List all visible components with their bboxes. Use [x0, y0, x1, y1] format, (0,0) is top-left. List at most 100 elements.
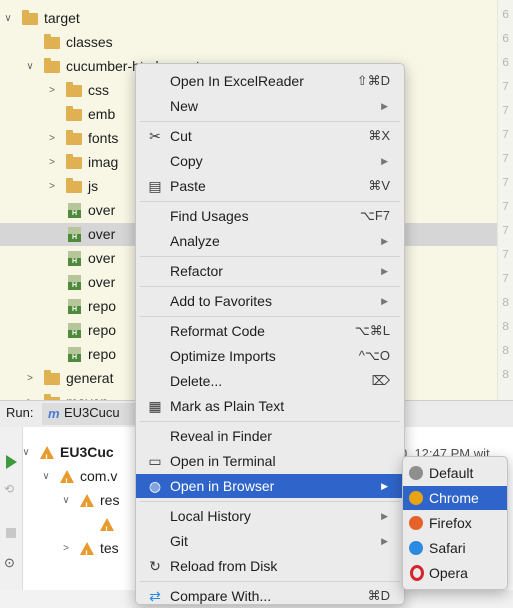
- tree-item-label: js: [88, 178, 99, 194]
- run-tree-package[interactable]: ∨! com.v: [22, 465, 132, 488]
- gutter-line-number: 6: [502, 32, 510, 46]
- run-toolbar: ⟲ ⊙: [0, 427, 23, 590]
- chevron-down-icon[interactable]: ∨: [40, 465, 52, 488]
- clipboard-icon: ▤: [148, 178, 162, 194]
- submenu-arrow-icon: ▶: [381, 101, 388, 111]
- chevron-right-icon[interactable]: >: [46, 127, 58, 150]
- gutter-line-number: 7: [502, 104, 510, 118]
- context-menu: Open In ExcelReader ⇧⌘D New ▶ ✂ Cut ⌘X Copy ▶ ▤ Pa…: [135, 63, 405, 605]
- tree-folder-target[interactable]: ∨ target: [0, 7, 497, 30]
- menu-item-open-in-browser[interactable]: ◍ Open in Browser ▶: [136, 474, 404, 498]
- menu-item-analyze[interactable]: Analyze ▶: [136, 229, 404, 253]
- gutter-line-number: 8: [502, 344, 510, 358]
- menu-item-optimize-imports[interactable]: Optimize Imports ^⌥O: [136, 344, 404, 368]
- gutter-line-number: 7: [502, 224, 510, 238]
- reload-icon: ↻: [149, 558, 161, 574]
- gutter-line-number: 6: [502, 56, 510, 70]
- html-file-icon: H: [68, 203, 81, 218]
- run-tree-label: EU3Cuc: [60, 444, 114, 460]
- menu-item-shortcut: ⌥⌘L: [354, 323, 390, 338]
- chevron-down-icon[interactable]: ∨: [24, 55, 36, 78]
- submenu-arrow-icon: ▶: [381, 481, 388, 491]
- filter-icon[interactable]: ⊙: [4, 555, 15, 571]
- menu-item-label: Add to Favorites: [170, 293, 272, 309]
- menu-item-git[interactable]: Git ▶: [136, 529, 404, 553]
- stop-icon[interactable]: [6, 528, 16, 538]
- submenu-arrow-icon: ▶: [381, 511, 388, 521]
- browser-item-chrome[interactable]: Chrome: [403, 486, 507, 510]
- menu-item-reload-from-disk[interactable]: ↻ Reload from Disk: [136, 554, 404, 578]
- menu-item-label: Git: [170, 533, 188, 549]
- browser-item-label: Firefox: [429, 515, 472, 531]
- gutter-line-number: 8: [502, 320, 510, 334]
- menu-item-label: Paste: [170, 178, 206, 194]
- chevron-right-icon[interactable]: >: [46, 175, 58, 198]
- menu-item-label: New: [170, 98, 199, 114]
- tree-item-label: generat: [66, 370, 114, 386]
- menu-item-find-usages[interactable]: Find Usages ⌥F7: [136, 204, 404, 228]
- menu-item-local-history[interactable]: Local History ▶: [136, 504, 404, 528]
- tree-folder-classes[interactable]: classes: [0, 31, 497, 54]
- tree-item-label: over: [88, 226, 116, 242]
- menu-item-label: Compare With...: [170, 588, 272, 604]
- tree-item-label: over: [88, 250, 116, 266]
- menu-item-label: Refactor: [170, 263, 223, 279]
- menu-item-new[interactable]: New ▶: [136, 94, 404, 118]
- chevron-down-icon[interactable]: ∨: [60, 489, 72, 512]
- run-tree-root[interactable]: ∨! EU3Cuc: [22, 441, 132, 464]
- browser-item-default[interactable]: Default: [403, 461, 507, 485]
- browser-item-firefox[interactable]: Firefox: [403, 511, 507, 535]
- menu-item-mark-as-plain-text[interactable]: ▦ Mark as Plain Text: [136, 394, 404, 418]
- menu-item-shortcut: ⌘X: [368, 128, 390, 143]
- run-tree-res[interactable]: ∨! res: [22, 489, 132, 512]
- tree-item-label: emb: [88, 106, 116, 122]
- editor-gutter: 6 6 6 7 7 7 7 7 7 7 7 7 8 8 8 8: [497, 0, 513, 400]
- chevron-right-icon[interactable]: >: [24, 367, 36, 390]
- chevron-right-icon[interactable]: >: [60, 537, 72, 560]
- gutter-line-number: 7: [502, 248, 510, 262]
- html-file-icon: H: [68, 347, 81, 362]
- tree-item-label: target: [44, 10, 80, 26]
- browser-item-safari[interactable]: Safari: [403, 536, 507, 560]
- chevron-right-icon[interactable]: >: [46, 79, 58, 102]
- chrome-icon: [409, 491, 423, 505]
- run-tab-label: EU3Cucu: [64, 405, 120, 420]
- warning-icon: !: [80, 494, 94, 511]
- menu-item-reveal-in-finder[interactable]: Reveal in Finder: [136, 424, 404, 448]
- menu-separator: [140, 316, 400, 317]
- menu-item-copy[interactable]: Copy ▶: [136, 149, 404, 173]
- tree-item-label: repo: [88, 322, 117, 338]
- tree-item-label: over: [88, 202, 116, 218]
- rerun-icon[interactable]: [6, 455, 17, 469]
- menu-item-reformat-code[interactable]: Reformat Code ⌥⌘L: [136, 319, 404, 343]
- submenu-arrow-icon: ▶: [381, 156, 388, 166]
- menu-item-cut[interactable]: ✂ Cut ⌘X: [136, 124, 404, 148]
- warning-icon: !: [60, 470, 74, 487]
- browser-item-label: Default: [429, 465, 474, 481]
- run-tree-leaf[interactable]: !: [22, 513, 132, 536]
- chevron-down-icon[interactable]: ∨: [2, 7, 14, 30]
- folder-icon: [66, 130, 82, 145]
- gutter-line-number: 7: [502, 200, 510, 214]
- folder-icon: [66, 154, 82, 169]
- rerun-failed-icon[interactable]: ⟲: [4, 482, 14, 496]
- menu-item-open-in-terminal[interactable]: ▭ Open in Terminal: [136, 449, 404, 473]
- browser-item-opera[interactable]: Opera: [403, 561, 507, 585]
- menu-item-compare-with[interactable]: ⇄ Compare With... ⌘D: [136, 584, 404, 608]
- menu-item-add-to-favorites[interactable]: Add to Favorites ▶: [136, 289, 404, 313]
- gutter-line-number: 7: [502, 128, 510, 142]
- run-tree-tes[interactable]: >! tes: [22, 537, 132, 560]
- folder-icon: [22, 10, 38, 25]
- menu-item-shortcut: ⌘V: [368, 178, 390, 193]
- chevron-right-icon[interactable]: >: [46, 151, 58, 174]
- menu-item-refactor[interactable]: Refactor ▶: [136, 259, 404, 283]
- menu-separator: [140, 256, 400, 257]
- menu-item-paste[interactable]: ▤ Paste ⌘V: [136, 174, 404, 198]
- menu-item-label: Open in Terminal: [170, 453, 276, 469]
- gutter-line-number: 6: [502, 8, 510, 22]
- menu-item-delete[interactable]: Delete... ⌦: [136, 369, 404, 393]
- tree-item-label: repo: [88, 298, 117, 314]
- menu-item-open-in-excelreader[interactable]: Open In ExcelReader ⇧⌘D: [136, 69, 404, 93]
- scissors-icon: ✂: [149, 128, 161, 144]
- firefox-icon: [409, 516, 423, 530]
